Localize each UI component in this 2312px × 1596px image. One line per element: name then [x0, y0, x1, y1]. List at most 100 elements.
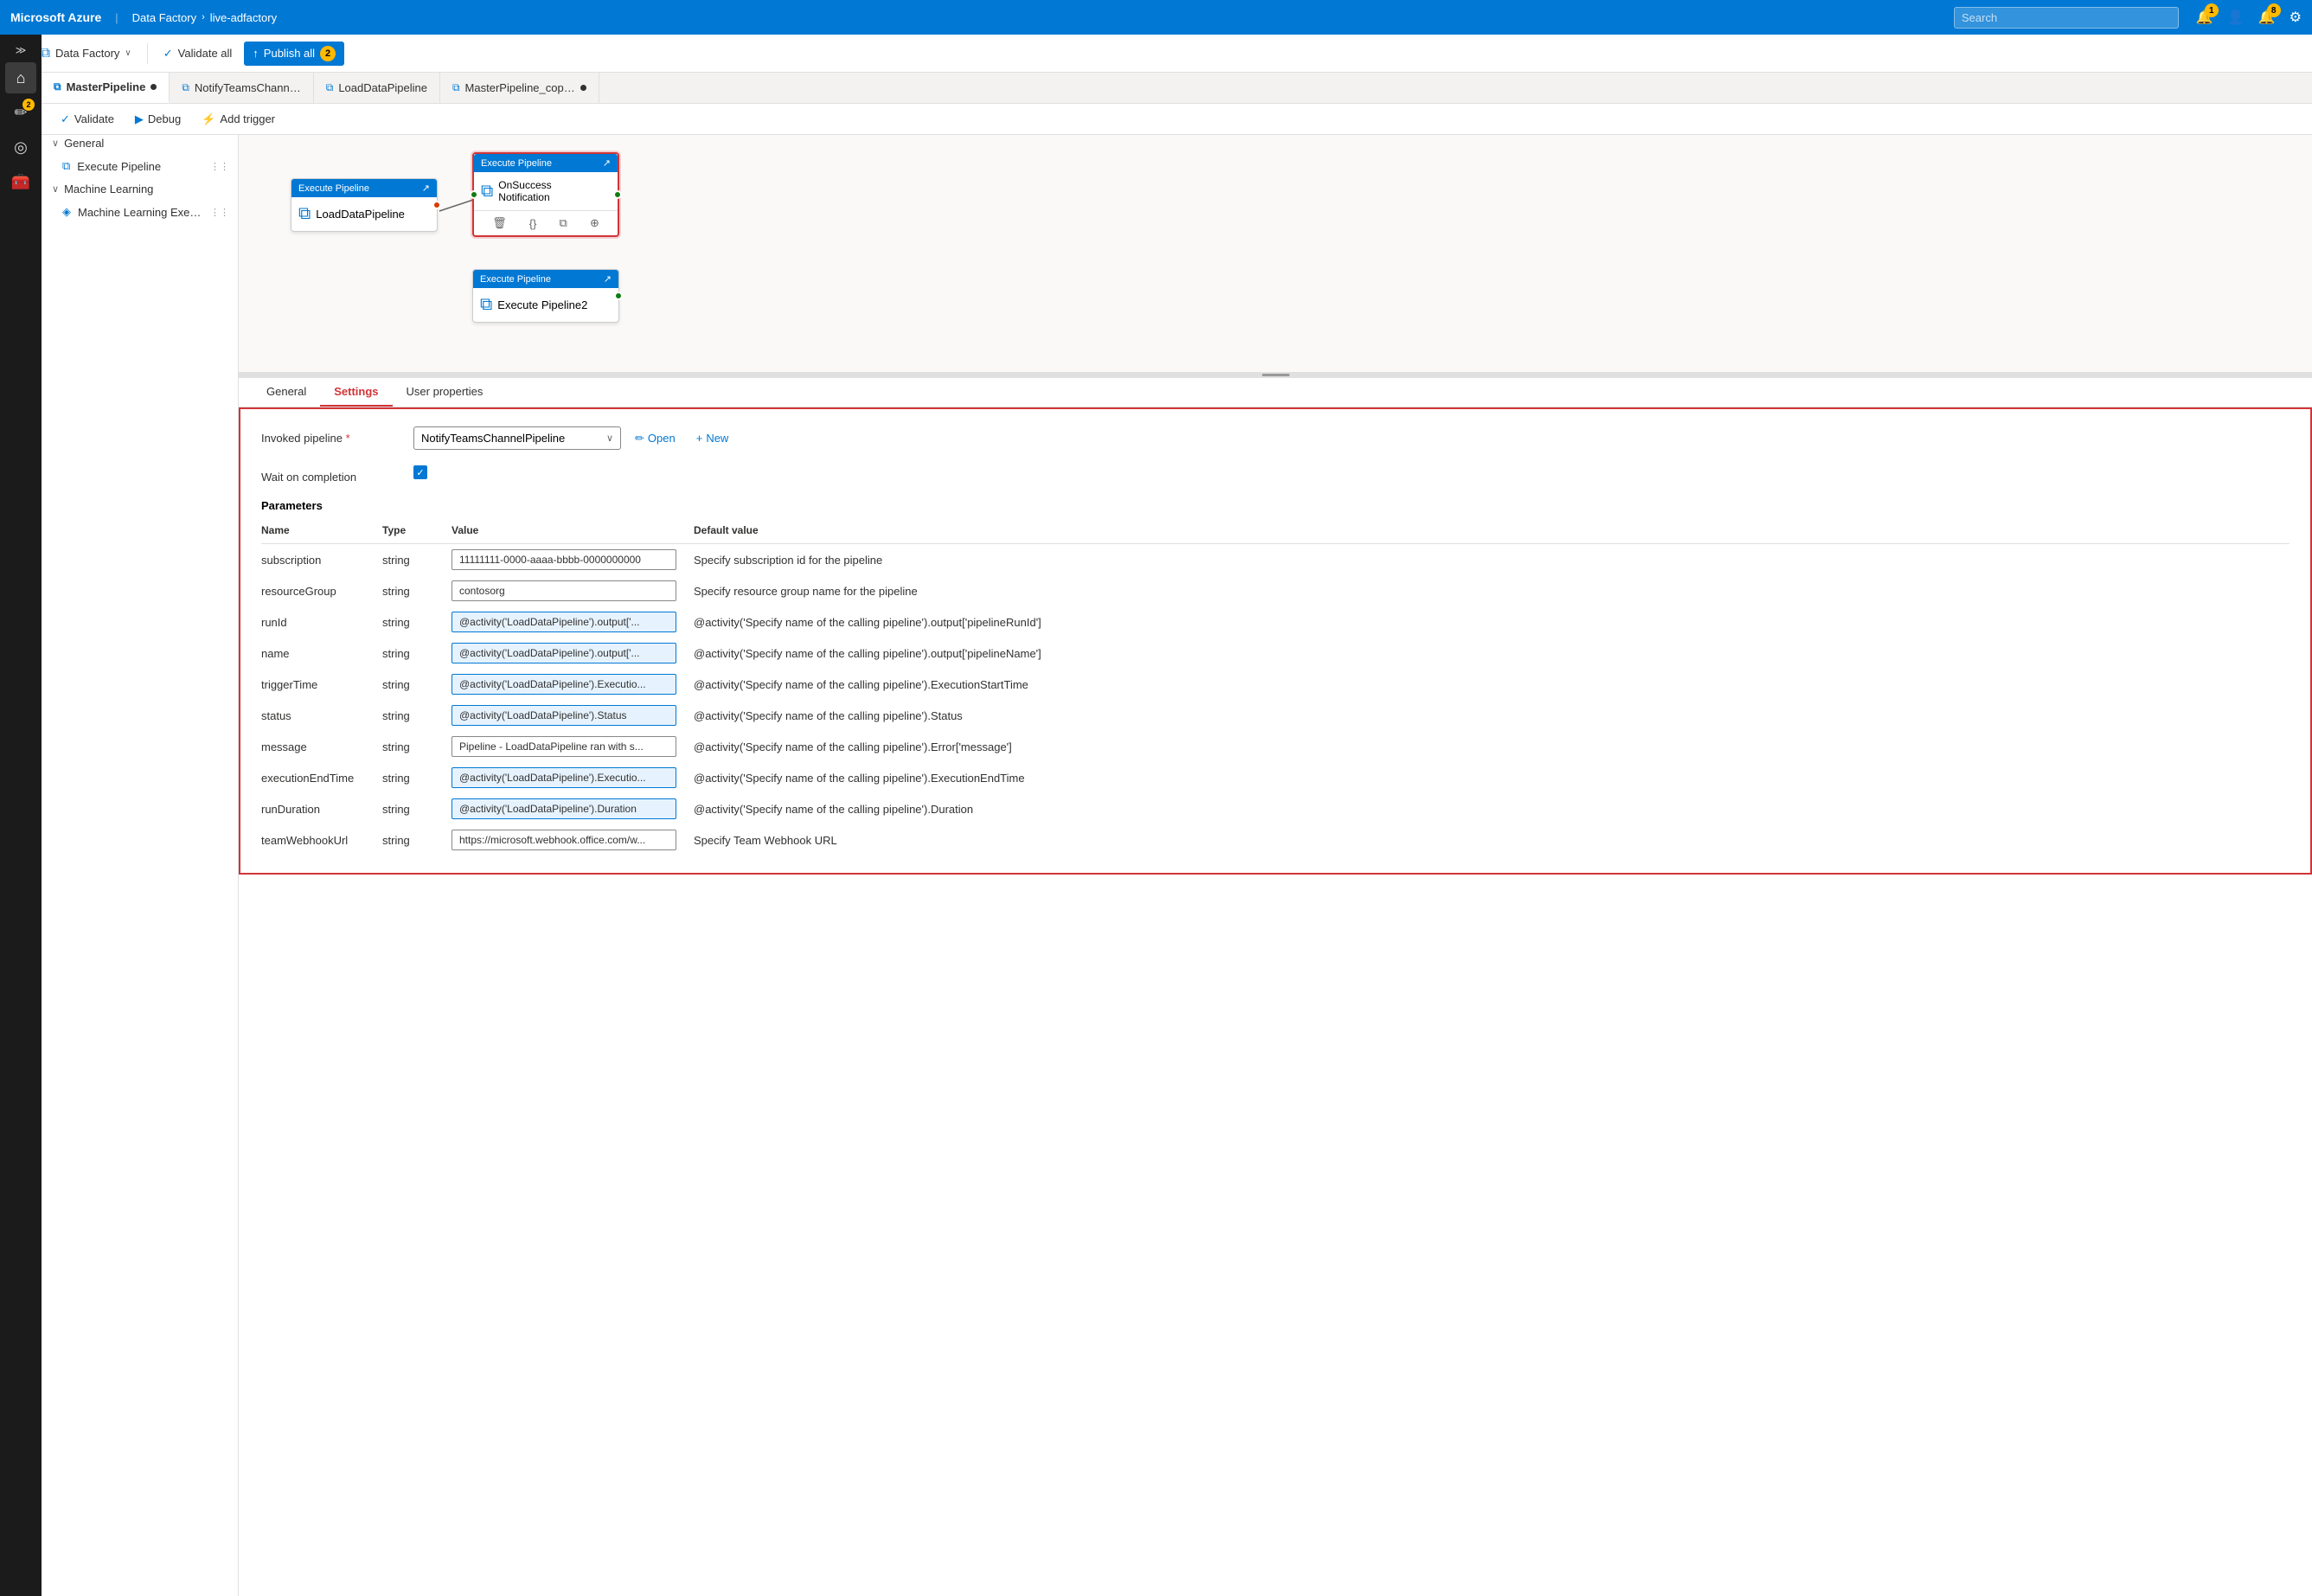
- col-default: Default value: [694, 521, 2290, 544]
- settings-tab[interactable]: Settings: [320, 378, 392, 407]
- global-search-input[interactable]: [1954, 7, 2179, 29]
- param-row: executionEndTime string @activity('Speci…: [261, 762, 2290, 793]
- param-type: string: [382, 669, 452, 700]
- ml-execute-item[interactable]: ◈ Machine Learning Exe… ⋮⋮: [42, 201, 238, 223]
- edit-sidebar-icon[interactable]: ✏ 2: [5, 97, 36, 128]
- execute-pipeline2-node[interactable]: Execute Pipeline ↗ ⧉ Execute Pipeline2: [472, 269, 619, 323]
- param-type: string: [382, 606, 452, 638]
- notifications-badge: 1: [2205, 3, 2219, 17]
- param-value-input[interactable]: [452, 580, 676, 601]
- node1-right-connector[interactable]: [432, 201, 441, 209]
- debug-button[interactable]: ▶ Debug: [126, 109, 189, 130]
- account-icon[interactable]: 👤: [2227, 9, 2245, 26]
- dropdown-caret-icon: ∨: [606, 433, 613, 444]
- node2-delete-icon[interactable]: 🗑: [489, 215, 510, 232]
- onsuccess-notification-node[interactable]: Execute Pipeline ↗ ⧉ OnSuccessNotificati…: [472, 152, 619, 237]
- param-name: subscription: [261, 544, 382, 576]
- param-default: Specify resource group name for the pipe…: [694, 575, 2290, 606]
- tab-label: MasterPipeline_cop…: [465, 81, 575, 94]
- alerts-icon[interactable]: 🔔8: [2258, 9, 2276, 26]
- tab-icon: ⧉: [182, 81, 189, 94]
- node3-external-link-icon[interactable]: ↗: [604, 273, 612, 285]
- add-trigger-button[interactable]: ⚡ Add trigger: [193, 109, 284, 130]
- node2-copy-icon[interactable]: ⧉: [556, 215, 571, 232]
- param-value-input[interactable]: [452, 705, 676, 726]
- tab-loaddatapipeline[interactable]: ⧉ LoadDataPipeline: [314, 73, 440, 103]
- wait-checkbox[interactable]: ✓: [413, 465, 427, 479]
- param-default: @activity('Specify name of the calling p…: [694, 638, 2290, 669]
- publish-all-button[interactable]: ↑ Publish all 2: [244, 42, 344, 66]
- node3-right-connector[interactable]: [614, 292, 623, 300]
- node2-external-link-icon[interactable]: ↗: [603, 157, 611, 169]
- edit-badge: 2: [22, 99, 35, 111]
- monitor-sidebar-icon[interactable]: ◎: [5, 131, 36, 163]
- brand-label[interactable]: Microsoft Azure: [10, 10, 101, 24]
- toolbox-sidebar-icon[interactable]: 🧰: [5, 166, 36, 197]
- node1-header-label: Execute Pipeline: [298, 183, 369, 194]
- validate-all-button[interactable]: ✓ Validate all: [155, 42, 241, 65]
- handle-indicator: [1262, 374, 1290, 376]
- param-value-input[interactable]: [452, 612, 676, 632]
- param-value-input[interactable]: [452, 674, 676, 695]
- play-icon: ▶: [135, 112, 144, 126]
- tab-masterpipeline-copy[interactable]: ⧉ MasterPipeline_cop…: [440, 73, 599, 103]
- tab-label: NotifyTeamsChann…: [195, 81, 301, 94]
- general-tab[interactable]: General: [253, 378, 320, 407]
- general-section-header[interactable]: ∨ General: [42, 131, 238, 155]
- param-row: resourceGroup string Specify resource gr…: [261, 575, 2290, 606]
- plus-icon: +: [696, 432, 703, 445]
- tab-masterpipeline[interactable]: ⧉ MasterPipeline: [42, 73, 170, 103]
- settings-icon[interactable]: ⚙: [2290, 9, 2302, 26]
- tab-notifyteams[interactable]: ⧉ NotifyTeamsChann…: [170, 73, 313, 103]
- col-type: Type: [382, 521, 452, 544]
- node2-body: ⧉ OnSuccessNotification: [474, 172, 618, 210]
- param-value-input[interactable]: [452, 767, 676, 788]
- param-type: string: [382, 731, 452, 762]
- data-factory-label: Data Factory: [55, 47, 119, 60]
- param-default: Specify subscription id for the pipeline: [694, 544, 2290, 576]
- sidebar-expand-icon[interactable]: ≫: [5, 42, 36, 59]
- param-value-input[interactable]: [452, 736, 676, 757]
- open-pipeline-button[interactable]: ✏ Open: [628, 427, 682, 450]
- data-factory-button[interactable]: ⧉ Data Factory ∨: [32, 42, 140, 66]
- tab-icon: ⧉: [452, 81, 460, 94]
- ml-section-header[interactable]: ∨ Machine Learning: [42, 177, 238, 201]
- invoked-pipeline-dropdown[interactable]: NotifyTeamsChannelPipeline ∨: [413, 426, 621, 450]
- notifications-icon[interactable]: 🔔1: [2196, 9, 2213, 26]
- param-value-cell: [452, 638, 694, 669]
- service-label[interactable]: Data Factory: [132, 11, 196, 24]
- node1-external-link-icon[interactable]: ↗: [422, 183, 430, 194]
- new-pipeline-button[interactable]: + New: [689, 427, 736, 449]
- instance-label[interactable]: live-adfactory: [210, 11, 277, 24]
- param-value-input[interactable]: [452, 549, 676, 570]
- node2-left-connector[interactable]: [470, 190, 478, 199]
- execute-pipeline-item[interactable]: ⧉ Execute Pipeline ⋮⋮: [42, 155, 238, 177]
- parameters-title: Parameters: [261, 499, 2290, 512]
- user-properties-tab[interactable]: User properties: [393, 378, 497, 407]
- tab-label: MasterPipeline: [67, 80, 146, 93]
- trigger-icon: ⚡: [202, 112, 215, 126]
- pipeline-canvas[interactable]: Execute Pipeline ↗ ⧉ LoadDataPipeline Ex…: [239, 135, 2312, 377]
- param-default: @activity('Specify name of the calling p…: [694, 793, 2290, 824]
- param-value-input[interactable]: [452, 798, 676, 819]
- node2-right-connector[interactable]: [613, 190, 622, 199]
- param-value-input[interactable]: [452, 643, 676, 663]
- execute-pipeline-label: Execute Pipeline: [77, 160, 161, 173]
- load-data-pipeline-node[interactable]: Execute Pipeline ↗ ⧉ LoadDataPipeline: [291, 178, 438, 232]
- validate-button[interactable]: ✓ Validate: [52, 109, 123, 130]
- param-value-input[interactable]: [452, 830, 676, 850]
- param-name: name: [261, 638, 382, 669]
- param-default: @activity('Specify name of the calling p…: [694, 669, 2290, 700]
- param-name: resourceGroup: [261, 575, 382, 606]
- node2-name: OnSuccessNotification: [498, 179, 551, 203]
- home-sidebar-icon[interactable]: ⌂: [5, 62, 36, 93]
- param-value-cell: [452, 700, 694, 731]
- param-name: executionEndTime: [261, 762, 382, 793]
- new-label: New: [706, 432, 728, 445]
- param-value-cell: [452, 669, 694, 700]
- node3-pipeline-icon: ⧉: [480, 295, 492, 315]
- param-value-cell: [452, 544, 694, 576]
- node2-code-icon[interactable]: {}: [526, 215, 541, 232]
- ml-chevron: ∨: [52, 183, 59, 195]
- node2-link-icon[interactable]: ⊕: [586, 215, 603, 232]
